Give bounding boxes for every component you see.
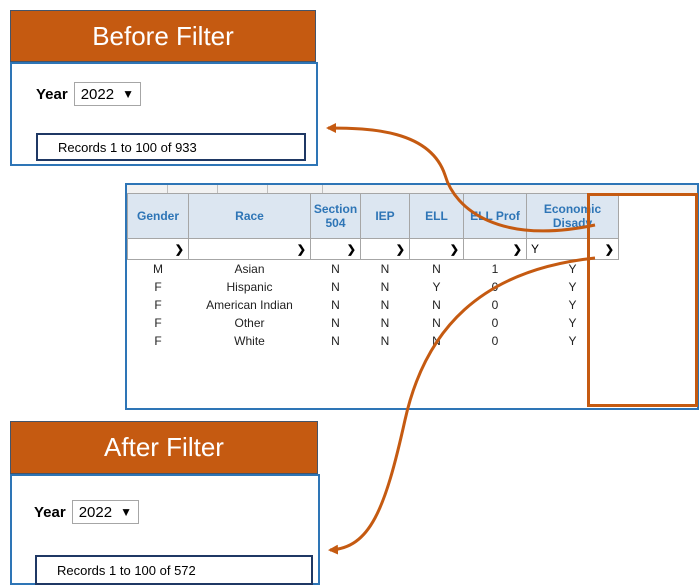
cell-section504: N <box>331 334 340 348</box>
cell-race: White <box>234 334 265 348</box>
after-filter-title: After Filter <box>10 421 318 474</box>
filter-dropdown-iep[interactable]: ❯ <box>361 240 409 258</box>
after-filter-panel: Year 2022 ▼ Records 1 to 100 of 572 <box>10 474 320 585</box>
cell-iep: N <box>380 334 390 348</box>
cell-race: Asian <box>234 262 265 276</box>
cell-gender: F <box>154 334 162 348</box>
chevron-down-icon: ❯ <box>346 243 356 256</box>
filter-dropdown-section-504[interactable]: ❯ <box>311 240 360 258</box>
after-filter-title-text: After Filter <box>104 432 224 462</box>
cell-gender: F <box>154 316 162 330</box>
cell-ell: N <box>432 334 441 348</box>
cell-ell: N <box>432 298 441 312</box>
before-filter-panel: Year 2022 ▼ Records 1 to 100 of 933 <box>10 62 318 166</box>
table-row[interactable]: F Hispanic N N Y 0 Y <box>128 278 619 296</box>
economic-disadv-highlight <box>587 193 698 407</box>
cell-ellprof: 0 <box>491 334 499 348</box>
cell-ellprof: 0 <box>491 298 499 312</box>
cell-section504: N <box>331 280 340 294</box>
grid-body: M Asian N N N 1 Y F Hispanic N N Y 0 Y F American India… <box>128 260 619 351</box>
cell-race: American Indian <box>206 298 293 312</box>
cell-ellprof: 0 <box>491 316 499 330</box>
cell-ell: N <box>432 262 441 276</box>
year-value: 2022 <box>80 85 115 103</box>
chevron-down-icon: ❯ <box>395 243 405 256</box>
cell-gender: M <box>153 262 163 276</box>
chevron-down-icon: ❯ <box>296 243 306 256</box>
records-count-box: Records 1 to 100 of 933 <box>36 133 306 161</box>
records-count-text: Records 1 to 100 of 933 <box>58 139 197 155</box>
cell-ell: Y <box>432 280 441 294</box>
chevron-down-icon: ❯ <box>449 243 459 256</box>
table-row[interactable]: F American Indian N N N 0 Y <box>128 296 619 314</box>
cell-iep: N <box>380 280 390 294</box>
grid-filter-row: ❯ ❯ ❯ ❯ ❯ ❯ Y ❯ <box>127 238 619 260</box>
cell-ell: N <box>432 316 441 330</box>
records-count-text: Records 1 to 100 of 572 <box>57 562 196 578</box>
chevron-down-icon: ❯ <box>174 243 184 256</box>
column-header-gender[interactable]: Gender <box>127 193 189 239</box>
cell-iep: N <box>380 316 390 330</box>
filter-value: Y <box>531 242 540 256</box>
cell-section504: N <box>331 316 340 330</box>
filter-dropdown-gender[interactable]: ❯ <box>128 240 188 258</box>
column-header-section-504[interactable]: Section 504 <box>310 193 361 239</box>
column-header-ell[interactable]: ELL <box>409 193 464 239</box>
cell-section504: N <box>331 298 340 312</box>
cell-iep: N <box>380 262 390 276</box>
table-row[interactable]: F White N N N 0 Y <box>128 332 619 350</box>
before-year-row: Year 2022 ▼ <box>36 82 141 106</box>
column-header-race[interactable]: Race <box>188 193 311 239</box>
year-label: Year <box>34 503 66 521</box>
cell-section504: N <box>331 262 340 276</box>
filter-dropdown-race[interactable]: ❯ <box>189 240 310 258</box>
column-header-iep[interactable]: IEP <box>360 193 410 239</box>
chevron-down-icon: ▼ <box>122 87 134 101</box>
year-label: Year <box>36 85 68 103</box>
after-year-row: Year 2022 ▼ <box>34 500 139 524</box>
cell-ellprof: 1 <box>491 262 499 276</box>
column-header-ell-prof[interactable]: ELL Prof <box>463 193 527 239</box>
before-filter-title-text: Before Filter <box>92 20 234 51</box>
student-grid: Gender Race Section 504 IEP ELL ELL Prof… <box>127 193 619 350</box>
filter-dropdown-ell[interactable]: ❯ <box>410 240 463 258</box>
table-row[interactable]: F Other N N N 0 Y <box>128 314 619 332</box>
year-select[interactable]: 2022 ▼ <box>73 82 141 106</box>
cell-race: Hispanic <box>226 280 273 294</box>
chevron-down-icon: ❯ <box>512 243 522 256</box>
cell-gender: F <box>154 280 162 294</box>
year-select[interactable]: 2022 ▼ <box>71 500 139 524</box>
chevron-down-icon: ▼ <box>120 505 132 519</box>
filter-dropdown-ell-prof[interactable]: ❯ <box>464 240 526 258</box>
cell-race: Other <box>234 316 265 330</box>
year-value: 2022 <box>78 503 113 521</box>
cell-gender: F <box>154 298 162 312</box>
table-row[interactable]: M Asian N N N 1 Y <box>128 260 619 279</box>
cell-ellprof: 0 <box>491 280 499 294</box>
before-filter-title: Before Filter <box>10 10 316 62</box>
grid-header-row: Gender Race Section 504 IEP ELL ELL Prof… <box>127 193 619 239</box>
records-count-box: Records 1 to 100 of 572 <box>35 555 313 585</box>
cell-iep: N <box>380 298 390 312</box>
